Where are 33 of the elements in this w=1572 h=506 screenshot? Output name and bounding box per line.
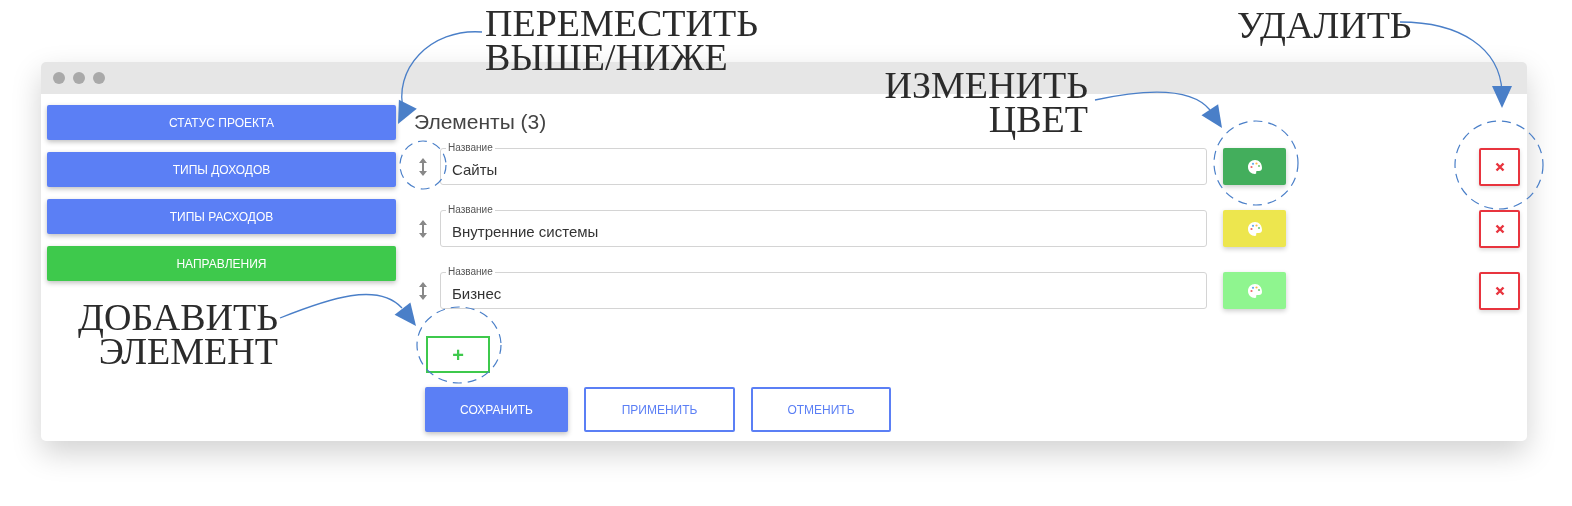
sidebar-button[interactable]: НАПРАВЛЕНИЯ (47, 246, 396, 281)
close-icon (1494, 285, 1505, 296)
close-icon (1494, 223, 1505, 234)
cancel-button[interactable]: ОТМЕНИТЬ (751, 387, 891, 432)
window-dot (73, 72, 85, 84)
apply-button[interactable]: ПРИМЕНИТЬ (584, 387, 735, 432)
field-label: Название (446, 266, 495, 277)
save-button[interactable]: СОХРАНИТЬ (425, 387, 568, 432)
section-heading: Элементы (3) (414, 109, 547, 135)
delete-button[interactable] (1479, 271, 1520, 310)
window-dot (53, 72, 65, 84)
color-button[interactable] (1223, 272, 1286, 309)
drag-handle-icon[interactable] (418, 218, 428, 239)
color-button[interactable] (1223, 148, 1286, 185)
palette-icon (1246, 158, 1263, 175)
annotation-text: ДОБАВИТЬ ЭЛЕМЕНТ (78, 300, 278, 368)
field-label: Название (446, 142, 495, 153)
sidebar-button[interactable]: СТАТУС ПРОЕКТА (47, 105, 396, 140)
highlight-circle (399, 140, 447, 190)
delete-button[interactable] (1479, 209, 1520, 248)
palette-icon (1246, 220, 1263, 237)
delete-button[interactable] (1479, 147, 1520, 186)
close-icon (1494, 161, 1505, 172)
drag-handle-icon[interactable] (418, 280, 428, 301)
palette-icon (1246, 282, 1263, 299)
window-dot (93, 72, 105, 84)
sidebar-button[interactable]: ТИПЫ ДОХОДОВ (47, 152, 396, 187)
add-button[interactable]: + (426, 336, 490, 373)
sidebar-button[interactable]: ТИПЫ РАСХОДОВ (47, 199, 396, 234)
color-button[interactable] (1223, 210, 1286, 247)
field-label: Название (446, 204, 495, 215)
annotation-text: ПЕРЕМЕСТИТЬ ВЫШЕ/НИЖЕ (485, 6, 759, 74)
drag-handle-icon[interactable] (418, 156, 428, 177)
